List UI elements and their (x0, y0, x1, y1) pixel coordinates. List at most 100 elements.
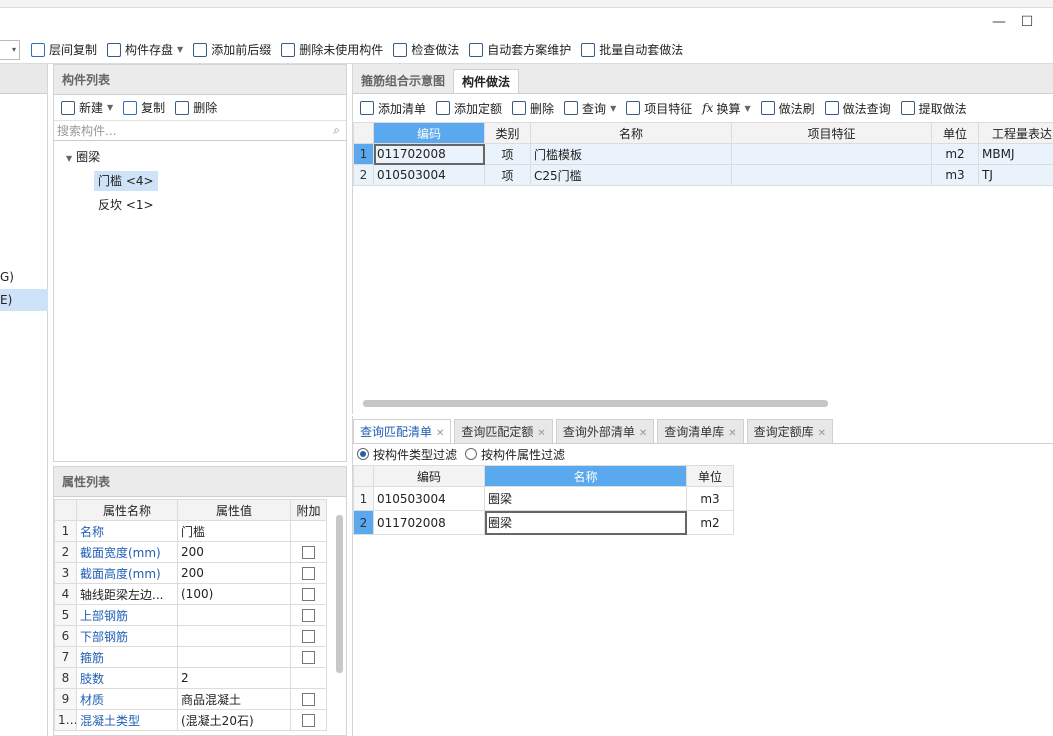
add-quota-button[interactable]: 添加定额 (431, 97, 507, 119)
cell-name[interactable]: 圈梁 (484, 510, 687, 535)
extra-checkbox[interactable] (302, 546, 315, 559)
new-component-button[interactable]: 新建 ▼ (56, 97, 118, 119)
search-icon[interactable]: ⌕ (333, 123, 340, 138)
prop-value[interactable]: (混凝土20石) (177, 709, 291, 731)
minimize-button[interactable]: — (989, 14, 1009, 30)
extra-checkbox[interactable] (302, 693, 315, 706)
prop-value[interactable]: 2 (177, 667, 291, 689)
cell-unit[interactable]: m2 (931, 143, 979, 165)
component-search-input[interactable]: 搜索构件... ⌕ (54, 121, 346, 141)
left-panel-item-g[interactable]: G) (0, 266, 48, 288)
cell-unit[interactable]: m2 (686, 510, 734, 535)
tree-item-menkan[interactable]: 门槛 <4> (94, 171, 158, 191)
table-row[interactable]: 7 箍筋 (54, 646, 327, 668)
table-row[interactable]: 10 混凝土类型 (混凝土20石) (54, 709, 327, 731)
table-row[interactable]: 9 材质 商品混凝土 (54, 688, 327, 710)
tab-component-method[interactable]: 构件做法 (453, 69, 520, 93)
tab-stirrup-diagram[interactable]: 箍筋组合示意图 (353, 69, 453, 93)
method-brush-button[interactable]: 做法刷 (756, 97, 820, 119)
check-method-button[interactable]: 检查做法 (388, 39, 464, 61)
floor-select[interactable]: ▾ (0, 39, 20, 60)
save-component-button[interactable]: 构件存盘 ▼ (102, 39, 188, 61)
header-unit[interactable]: 单位 (931, 122, 979, 144)
prop-value[interactable]: 200 (177, 541, 291, 563)
close-icon[interactable]: ✕ (728, 428, 736, 439)
tree-root[interactable]: ▼ 圈梁 (66, 147, 100, 167)
batch-auto-button[interactable]: 批量自动套做法 (576, 39, 688, 61)
table-row[interactable]: 6 下部钢筋 (54, 625, 327, 647)
property-scrollbar[interactable] (336, 515, 343, 673)
tab-list-library[interactable]: 查询清单库 ✕ (657, 419, 744, 443)
cell-expr[interactable]: MBMJ (978, 143, 1053, 165)
table-row[interactable]: 2 011702008 圈梁 m2 (353, 510, 734, 535)
extra-checkbox[interactable] (302, 714, 315, 727)
prop-value[interactable] (177, 646, 291, 668)
maximize-button[interactable]: ☐ (1017, 14, 1037, 30)
cell-name[interactable]: 圈梁 (484, 486, 687, 511)
close-icon[interactable]: ✕ (436, 428, 444, 439)
prop-value[interactable]: 200 (177, 562, 291, 584)
prop-value[interactable] (177, 604, 291, 626)
filter-type-radio[interactable] (357, 448, 369, 460)
auto-scheme-button[interactable]: 自动套方案维护 (464, 39, 576, 61)
header-code[interactable]: 编码 (373, 122, 485, 144)
tab-match-quota[interactable]: 查询匹配定额 ✕ (454, 419, 553, 443)
collapse-icon[interactable]: ▼ (66, 154, 72, 163)
cell-type[interactable]: 项 (484, 164, 531, 186)
table-row[interactable]: 3 截面高度(mm) 200 (54, 562, 327, 584)
tab-match-list[interactable]: 查询匹配清单 ✕ (353, 419, 452, 443)
cell-name[interactable]: C25门槛 (530, 164, 732, 186)
extra-checkbox[interactable] (302, 588, 315, 601)
header-unit[interactable]: 单位 (686, 465, 734, 487)
tree-item-fankan[interactable]: 反坎 <1> (98, 195, 154, 215)
header-type[interactable]: 类别 (484, 122, 531, 144)
cell-type[interactable]: 项 (484, 143, 531, 165)
copy-between-floors-button[interactable]: 层间复制 (26, 39, 102, 61)
header-name[interactable]: 名称 (484, 465, 687, 487)
table-row[interactable]: 1 011702008 项 门槛模板 m2 MBMJ (353, 143, 1053, 165)
close-icon[interactable]: ✕ (639, 428, 647, 439)
header-name[interactable]: 名称 (530, 122, 732, 144)
cell-code[interactable]: 011702008 (373, 510, 485, 535)
prop-value[interactable]: 商品混凝土 (177, 688, 291, 710)
delete-unused-button[interactable]: 删除未使用构件 (276, 39, 388, 61)
header-feature[interactable]: 项目特征 (731, 122, 932, 144)
close-icon[interactable]: ✕ (818, 428, 826, 439)
table-row[interactable]: 2 截面宽度(mm) 200 (54, 541, 327, 563)
chevron-down-icon[interactable]: ▼ (107, 103, 113, 112)
tab-external-list[interactable]: 查询外部清单 ✕ (555, 419, 655, 443)
prop-value[interactable] (177, 625, 291, 647)
delete-component-button[interactable]: 删除 (170, 97, 222, 119)
convert-button[interactable]: fx 换算 ▼ (697, 97, 755, 119)
table-row[interactable]: 2 010503004 项 C25门槛 m3 TJ (353, 164, 1053, 186)
tab-quota-library[interactable]: 查询定额库 ✕ (746, 419, 834, 443)
copy-component-button[interactable]: 复制 (118, 97, 170, 119)
delete-method-button[interactable]: 删除 (507, 97, 559, 119)
chevron-down-icon[interactable]: ▼ (610, 104, 616, 113)
table-row[interactable]: 5 上部钢筋 (54, 604, 327, 626)
cell-feature[interactable] (731, 143, 932, 165)
extra-checkbox[interactable] (302, 567, 315, 580)
header-expr[interactable]: 工程量表达 (978, 122, 1053, 144)
cell-code[interactable]: 011702008 (373, 143, 485, 165)
cell-name[interactable]: 门槛模板 (530, 143, 732, 165)
cell-feature[interactable] (731, 164, 932, 186)
table-row[interactable]: 1 名称 门槛 (54, 520, 327, 542)
add-list-button[interactable]: 添加清单 (355, 97, 431, 119)
left-panel-item-e[interactable]: E) (0, 289, 48, 311)
table-row[interactable]: 8 肢数 2 (54, 667, 327, 689)
cell-unit[interactable]: m3 (686, 486, 734, 511)
extra-checkbox[interactable] (302, 609, 315, 622)
prop-value[interactable]: (100) (177, 583, 291, 605)
method-query-button[interactable]: 做法查询 (820, 97, 896, 119)
header-code[interactable]: 编码 (373, 465, 485, 487)
prop-value[interactable]: 门槛 (177, 520, 291, 542)
cell-expr[interactable]: TJ (978, 164, 1053, 186)
extra-checkbox[interactable] (302, 651, 315, 664)
query-button[interactable]: 查询 ▼ (559, 97, 621, 119)
cell-code[interactable]: 010503004 (373, 486, 485, 511)
table-row[interactable]: 1 010503004 圈梁 m3 (353, 486, 734, 511)
close-icon[interactable]: ✕ (537, 428, 545, 439)
extract-method-button[interactable]: 提取做法 (896, 97, 972, 119)
item-feature-button[interactable]: 项目特征 (621, 97, 697, 119)
